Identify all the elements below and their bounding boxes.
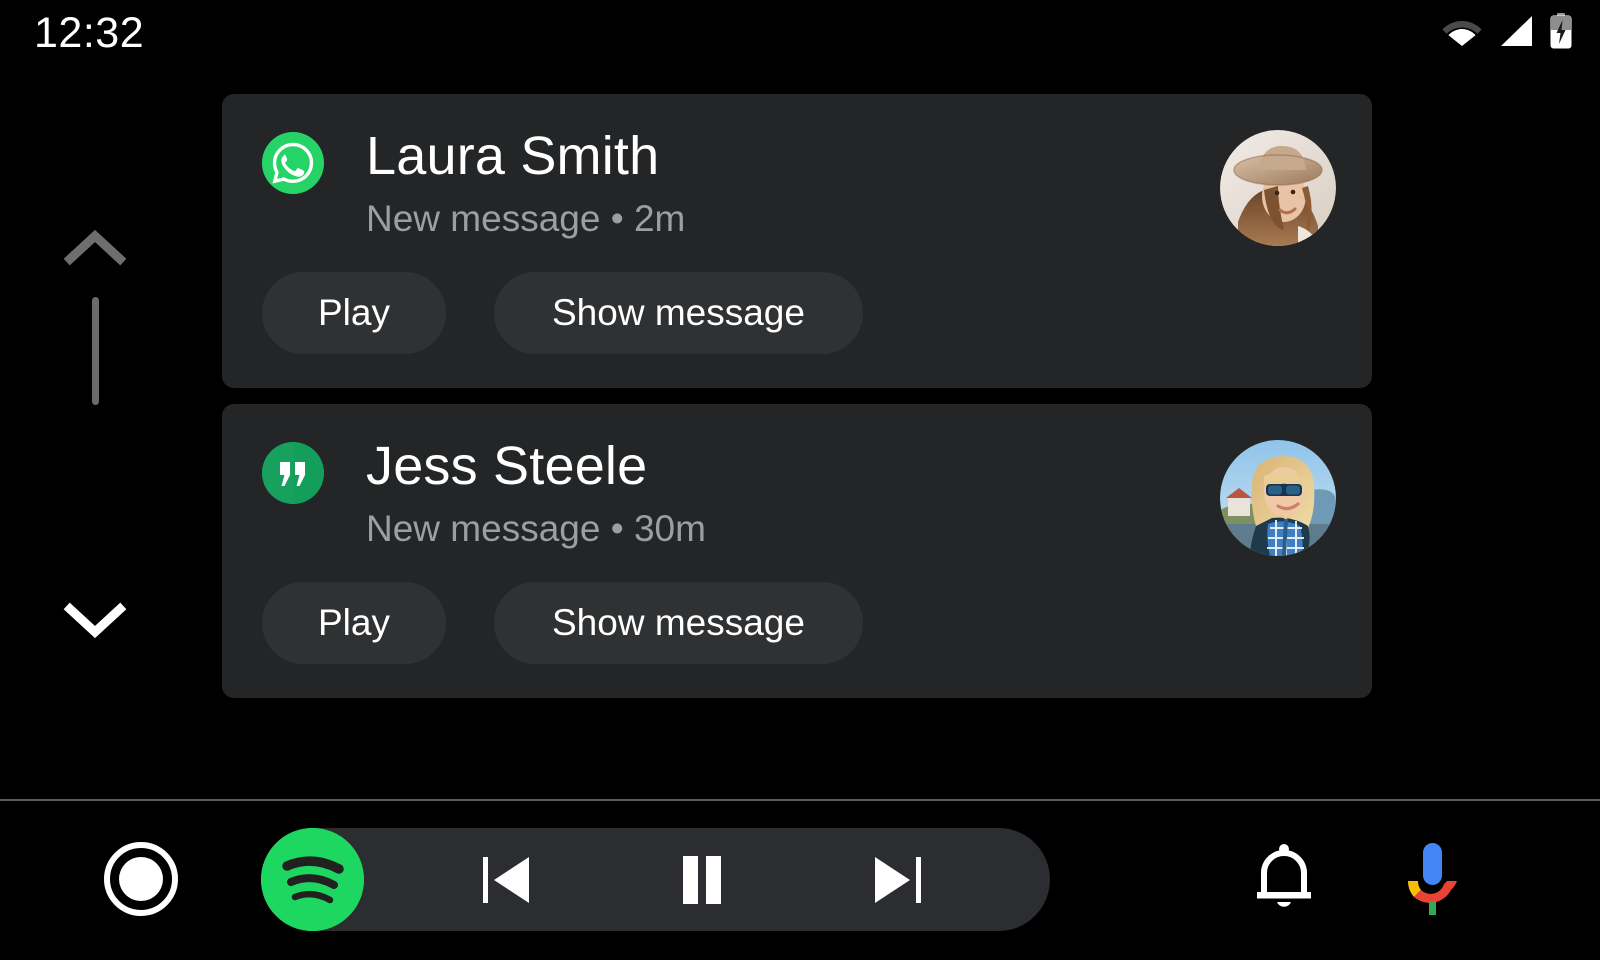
notification-sender: Laura Smith	[366, 126, 660, 186]
notification-header: Laura Smith New message • 2m	[262, 126, 1336, 246]
scroll-rail	[62, 215, 128, 665]
home-button[interactable]	[103, 841, 179, 917]
microphone-icon	[1407, 843, 1457, 915]
wifi-icon	[1442, 21, 1482, 46]
skip-next-icon	[875, 857, 921, 903]
notification-text: Jess Steele New message • 30m	[366, 436, 1336, 550]
notification-sender: Jess Steele	[366, 436, 648, 496]
notifications-button[interactable]	[1251, 841, 1317, 917]
assistant-button[interactable]	[1400, 839, 1464, 919]
bell-icon	[1257, 844, 1311, 907]
battery-charging-icon	[1550, 13, 1572, 49]
status-bar-icons	[1442, 10, 1572, 52]
chevron-up-icon	[63, 229, 127, 266]
avatar-jess-steele	[1220, 440, 1336, 556]
skip-previous-icon	[483, 857, 529, 903]
notification-actions: Play Show message	[262, 272, 1336, 354]
pause-icon	[683, 856, 721, 904]
notification-header: Jess Steele New message • 30m	[262, 436, 1336, 556]
previous-track-button[interactable]	[478, 854, 536, 906]
notification-subtitle: New message • 2m	[366, 198, 686, 239]
status-bar: 12:32	[0, 0, 1600, 62]
chevron-down-icon	[63, 602, 127, 639]
home-circle-icon	[104, 842, 178, 916]
spotify-icon[interactable]	[261, 828, 364, 931]
hangouts-icon	[262, 442, 324, 504]
scroll-up-button[interactable]	[62, 225, 128, 271]
whatsapp-icon	[262, 132, 324, 194]
notification-card[interactable]: Laura Smith New message • 2m Play Show m…	[222, 94, 1372, 388]
notification-text: Laura Smith New message • 2m	[366, 126, 1336, 240]
avatar-laura-smith	[1220, 130, 1336, 246]
play-button[interactable]: Play	[262, 582, 446, 664]
play-button[interactable]: Play	[262, 272, 446, 354]
notification-subtitle: New message • 30m	[366, 508, 706, 549]
notification-actions: Play Show message	[262, 582, 1336, 664]
notification-card[interactable]: Jess Steele New message • 30m Play Show …	[222, 404, 1372, 698]
bottom-navigation-bar	[0, 801, 1600, 960]
scrollbar-thumb[interactable]	[92, 297, 99, 405]
media-controls-pill	[261, 828, 1050, 931]
next-track-button[interactable]	[868, 854, 926, 906]
pause-button[interactable]	[673, 854, 731, 906]
show-message-button[interactable]: Show message	[493, 272, 863, 354]
notification-list: Laura Smith New message • 2m Play Show m…	[222, 94, 1372, 714]
android-auto-notification-screen: 12:32 Laura Smith New message • 2m Play …	[0, 0, 1600, 960]
scroll-down-button[interactable]	[62, 597, 128, 643]
cellular-signal-icon	[1501, 16, 1532, 46]
status-bar-clock: 12:32	[34, 9, 145, 57]
show-message-button[interactable]: Show message	[493, 582, 863, 664]
